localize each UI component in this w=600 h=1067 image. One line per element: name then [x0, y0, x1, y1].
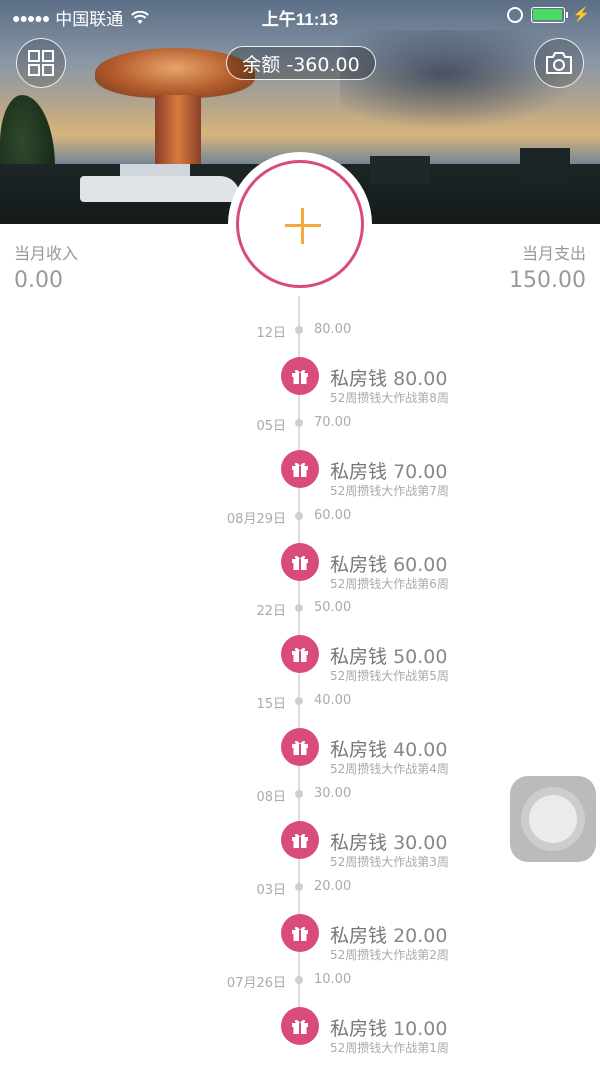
- gift-icon[interactable]: [281, 728, 319, 767]
- charging-icon: ⚡: [572, 6, 590, 22]
- timeline-dot: [295, 790, 303, 798]
- expense-value: 150.00: [509, 268, 586, 293]
- entry-note: 52周攒钱大作战第2周: [330, 947, 449, 962]
- entry-amount: 30.00: [393, 832, 448, 854]
- entry-title[interactable]: 私房钱 60.00: [330, 550, 447, 577]
- entry-title[interactable]: 私房钱 80.00: [330, 364, 447, 391]
- timeline-dot: [295, 418, 303, 427]
- gift-icon[interactable]: [281, 357, 319, 395]
- balance-badge[interactable]: 余额 -360.00: [226, 46, 376, 80]
- entry-title[interactable]: 私房钱 70.00: [330, 457, 447, 484]
- building: [370, 156, 430, 184]
- entry-amount: 20.00: [393, 924, 448, 947]
- entry-category: 私房钱: [330, 924, 388, 947]
- assistive-touch-button[interactable]: [510, 776, 596, 862]
- grid-icon: [28, 50, 54, 76]
- entry-title[interactable]: 私房钱 30.00: [330, 828, 447, 855]
- entry-amount: 60.00: [393, 553, 448, 576]
- camera-button[interactable]: [534, 38, 584, 88]
- timeline-dot: [295, 882, 303, 891]
- entry-note: 52周攒钱大作战第5周: [330, 669, 449, 684]
- entry-note: 52周攒钱大作战第4周: [330, 762, 449, 777]
- status-bar: ●●●●● 中国联通 上午11:13 ⚡: [0, 0, 600, 30]
- income-label: 当月收入: [14, 244, 79, 263]
- timeline-date: 12日: [256, 326, 286, 341]
- add-record-button[interactable]: [228, 152, 372, 296]
- gift-icon[interactable]: [281, 913, 319, 952]
- timeline-running-total: 70.00: [314, 414, 352, 430]
- entry-title[interactable]: 私房钱 40.00: [330, 735, 447, 762]
- timeline-dot: [295, 697, 303, 706]
- add-button-ring: [236, 160, 364, 288]
- entry-title[interactable]: 私房钱 20.00: [330, 921, 447, 948]
- alarm-icon: [506, 6, 523, 23]
- timeline-dot: [295, 975, 303, 984]
- timeline-date: 05日: [256, 418, 286, 434]
- entry-note: 52周攒钱大作战第6周: [330, 576, 449, 591]
- timeline-dot: [295, 604, 303, 613]
- timeline-running-total: 50.00: [314, 600, 352, 616]
- timeline-running-total: 10.00: [314, 971, 352, 987]
- entry-amount: 40.00: [393, 739, 448, 762]
- gift-icon[interactable]: [281, 821, 319, 859]
- timeline-running-total: 80.00: [314, 322, 352, 337]
- entry-note: 52周攒钱大作战第1周: [330, 1040, 449, 1055]
- entry-title[interactable]: 私房钱 50.00: [330, 642, 447, 669]
- entry-note: 52周攒钱大作战第8周: [330, 391, 449, 405]
- entry-category: 私房钱: [330, 646, 388, 669]
- income-value: 0.00: [14, 268, 63, 293]
- entry-category: 私房钱: [330, 553, 388, 576]
- entry-category: 私房钱: [330, 368, 388, 390]
- entry-amount: 80.00: [393, 368, 448, 390]
- entry-category: 私房钱: [330, 739, 388, 762]
- timeline-date: 08日: [256, 790, 286, 805]
- entry-category: 私房钱: [330, 1017, 388, 1040]
- menu-grid-button[interactable]: [16, 38, 66, 88]
- timeline-running-total: 60.00: [314, 507, 352, 523]
- camera-icon: [546, 52, 572, 74]
- entry-note: 52周攒钱大作战第7周: [330, 483, 449, 498]
- gift-icon[interactable]: [281, 449, 319, 488]
- entry-category: 私房钱: [330, 460, 388, 483]
- timeline-running-total: 40.00: [314, 693, 352, 709]
- entry-amount: 10.00: [393, 1017, 448, 1040]
- timeline-date: 15日: [256, 697, 286, 713]
- entry-category: 私房钱: [330, 832, 388, 854]
- gift-icon[interactable]: [281, 1006, 319, 1045]
- entry-amount: 50.00: [393, 646, 448, 669]
- timeline-dot: [295, 326, 303, 334]
- ship: [80, 164, 240, 202]
- timeline-date: 22日: [256, 604, 286, 620]
- entry-amount: 70.00: [393, 460, 448, 483]
- timeline-running-total: 20.00: [314, 878, 352, 894]
- timeline-running-total: 30.00: [314, 786, 352, 801]
- timeline-date: 07月26日: [226, 975, 286, 991]
- timeline-date: 08月29日: [226, 511, 286, 527]
- gift-icon[interactable]: [281, 542, 319, 581]
- expense-label: 当月支出: [521, 244, 586, 263]
- building: [520, 148, 570, 184]
- battery-icon: [530, 6, 568, 23]
- gift-icon[interactable]: [281, 635, 319, 674]
- timeline-dot: [295, 511, 303, 520]
- entry-title[interactable]: 私房钱 10.00: [330, 1014, 447, 1041]
- entry-note: 52周攒钱大作战第3周: [330, 855, 449, 869]
- timeline-date: 03日: [256, 882, 286, 898]
- assistive-touch-core: [529, 795, 577, 843]
- plus-icon: [301, 208, 304, 244]
